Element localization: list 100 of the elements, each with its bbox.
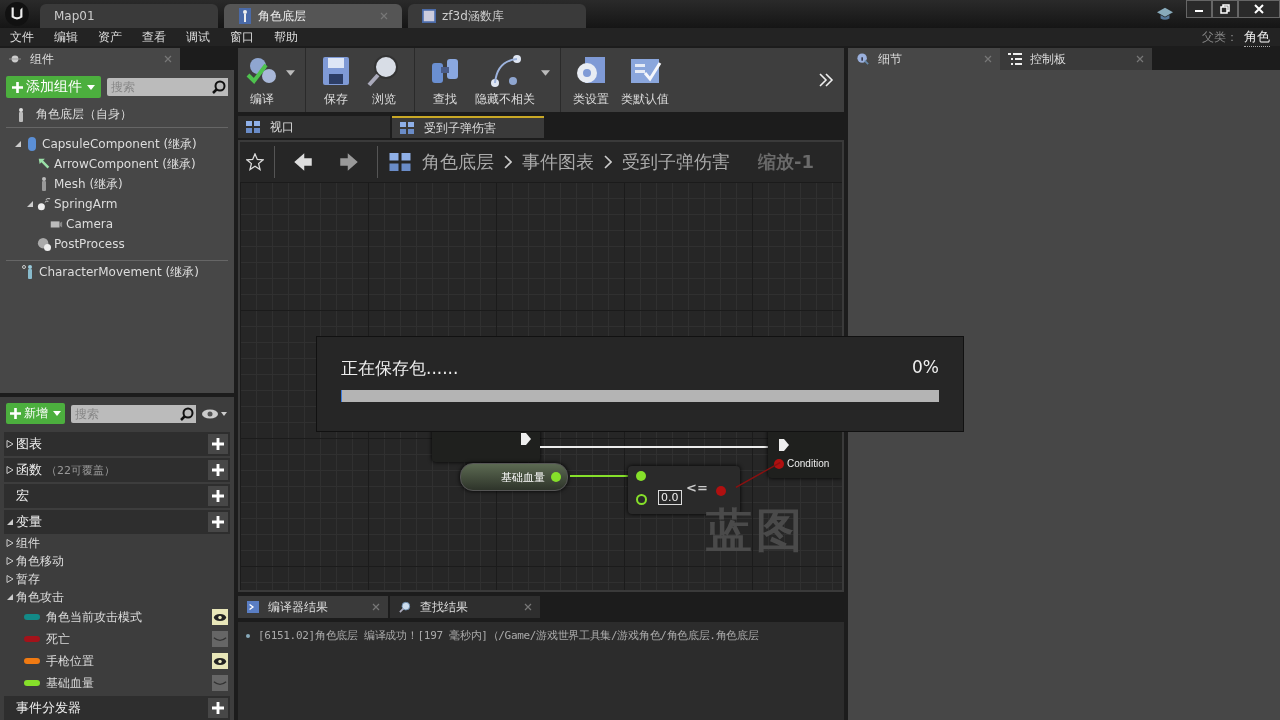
collapsed-arrow-icon[interactable] (6, 466, 14, 474)
collapsed-arrow-icon[interactable] (6, 440, 14, 448)
add-button[interactable] (208, 512, 228, 532)
search-icon[interactable] (178, 404, 196, 423)
breadcrumb-item[interactable]: 事件图表 (522, 150, 594, 174)
component-item[interactable]: Mesh (继承) (54, 175, 123, 193)
component-item[interactable]: Camera (66, 217, 114, 231)
breadcrumb-item[interactable]: 受到子弹伤害 (622, 150, 730, 174)
toolbar-button[interactable]: 查找 (421, 48, 469, 112)
close-icon[interactable] (524, 603, 532, 611)
expanded-arrow-icon[interactable] (14, 140, 22, 148)
operator-label: <= (686, 480, 708, 495)
variable-item[interactable]: 基础血量 (46, 674, 206, 692)
dropdown-caret-icon[interactable] (541, 70, 550, 76)
panel-tab[interactable]: 细节 (848, 48, 1000, 70)
component-item[interactable]: CapsuleComponent (继承) (42, 135, 197, 153)
dropdown-caret-icon[interactable] (286, 70, 295, 76)
toolbar-button[interactable]: 类默认值 (615, 48, 675, 112)
toolbar-button[interactable]: 保存 (312, 48, 360, 112)
menu-item[interactable]: 调试 (186, 28, 210, 46)
grid-icon (388, 153, 412, 171)
figure-icon (238, 8, 252, 24)
breadcrumb-item[interactable]: 角色底层 (422, 150, 494, 174)
menu-item[interactable]: 窗口 (230, 28, 254, 46)
section-header[interactable]: 宏 (16, 487, 29, 505)
menu-item[interactable]: 查看 (142, 28, 166, 46)
component-item[interactable]: SpringArm (54, 197, 118, 211)
star-icon[interactable] (246, 153, 264, 171)
menu-item[interactable]: 资产 (98, 28, 122, 46)
menu-item[interactable]: 文件 (10, 28, 34, 46)
forward-arrow-icon[interactable] (339, 152, 359, 172)
toolbar-button[interactable]: 编译 (238, 48, 286, 112)
compare-node[interactable]: 0.0 <= (628, 466, 740, 514)
component-item[interactable]: ArrowComponent (继承) (54, 155, 196, 173)
graph-tab[interactable]: 视口 (238, 116, 390, 138)
close-icon[interactable] (372, 603, 380, 611)
add-button[interactable] (208, 434, 228, 454)
category-item[interactable]: 组件 (16, 534, 40, 552)
section-header[interactable]: 变量 (16, 513, 42, 531)
toolbar-button[interactable]: 类设置 (567, 48, 615, 112)
variable-item[interactable]: 角色当前攻击模式 (46, 608, 206, 626)
variable-item[interactable]: 死亡 (46, 630, 206, 648)
parent-class-link[interactable]: 角色 (1244, 27, 1270, 47)
graph-tab[interactable]: 受到子弹伤害 (392, 116, 544, 138)
grid-icon (400, 122, 414, 134)
expanded-arrow-icon[interactable] (6, 593, 14, 601)
document-tab[interactable]: zf3d涵数库 (408, 4, 586, 28)
expanded-arrow-icon[interactable] (26, 200, 34, 208)
eye-dropdown-icon[interactable] (202, 407, 228, 420)
component-item[interactable]: PostProcess (54, 237, 125, 251)
restore-button[interactable] (1212, 0, 1238, 18)
float-pin-icon[interactable] (636, 471, 646, 481)
graduation-cap-icon[interactable] (1156, 6, 1174, 22)
exec-pin-icon[interactable] (520, 432, 532, 446)
variable-item[interactable]: 手枪位置 (46, 652, 206, 670)
boolean-wire (734, 460, 782, 490)
collapsed-arrow-icon[interactable] (6, 539, 14, 547)
section-header[interactable]: 图表 (16, 435, 42, 453)
panel-tab[interactable]: 组件 (0, 48, 180, 70)
float-pin-icon[interactable] (636, 494, 647, 505)
chevron-icon (504, 155, 512, 169)
close-button[interactable] (1238, 0, 1280, 18)
category-item[interactable]: 暂存 (16, 570, 40, 588)
log-message: [6151.02]角色底层 编译成功！[197 毫秒内]（/Game/游戏世界工具集/游戏角色/角色底层.角色底层 (258, 628, 759, 643)
override-count: （22可覆盖） (46, 462, 115, 478)
menu-item[interactable]: 编辑 (54, 28, 78, 46)
eye-open-icon[interactable] (212, 609, 228, 625)
add-button[interactable] (208, 460, 228, 480)
expanded-arrow-icon[interactable] (6, 518, 14, 526)
document-tab[interactable]: Map01 (40, 4, 218, 28)
spring-arm-icon (37, 196, 51, 212)
category-item[interactable]: 角色攻击 (16, 588, 64, 606)
close-icon (1254, 4, 1264, 14)
add-button[interactable] (208, 698, 228, 718)
collapsed-arrow-icon[interactable] (6, 557, 14, 565)
add-button[interactable] (208, 486, 228, 506)
search-icon[interactable] (210, 78, 228, 96)
double-chevron-icon[interactable] (818, 72, 834, 88)
component-item[interactable]: 角色底层（自身） (36, 106, 132, 123)
menu-item[interactable]: 帮助 (274, 28, 298, 46)
eye-open-icon[interactable] (212, 653, 228, 669)
panel-tab[interactable]: 控制板 (1000, 48, 1152, 70)
variable-node[interactable]: 基础血量 (460, 463, 568, 491)
category-item[interactable]: 角色移动 (16, 552, 64, 570)
grid-icon (246, 121, 260, 133)
section-header[interactable]: 函数 (16, 461, 42, 479)
value-field[interactable]: 0.0 (658, 490, 682, 505)
exec-pin-icon[interactable] (778, 438, 790, 452)
plus-icon (12, 81, 23, 93)
results-tab[interactable]: 编译器结果 (238, 596, 388, 618)
toolbar-button[interactable]: 隐藏不相关 (469, 48, 541, 112)
close-icon[interactable] (1136, 55, 1144, 63)
minimize-button[interactable] (1186, 0, 1212, 18)
results-tab[interactable]: 查找结果 (390, 596, 540, 618)
document-tab[interactable]: 角色底层 (224, 4, 402, 28)
logo-icon[interactable] (4, 1, 30, 27)
toolbar-button[interactable]: 浏览 (360, 48, 408, 112)
collapsed-arrow-icon[interactable] (6, 575, 14, 583)
back-arrow-icon[interactable] (293, 152, 313, 172)
component-item[interactable]: CharacterMovement (继承) (39, 263, 199, 281)
